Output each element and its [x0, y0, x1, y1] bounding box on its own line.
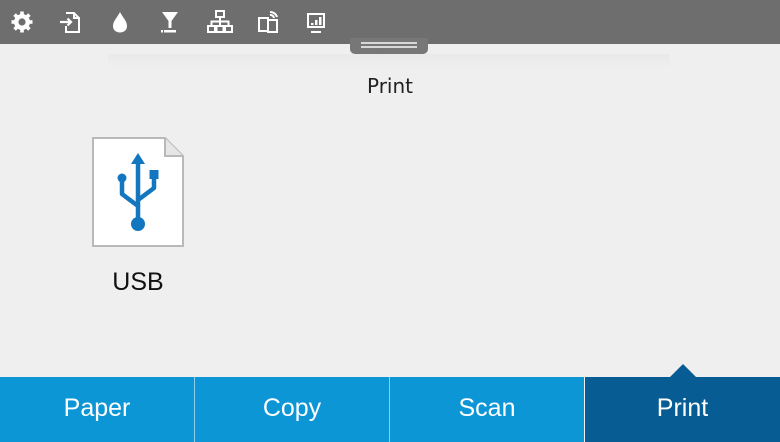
usb-label: USB	[112, 268, 164, 296]
tab-copy[interactable]: Copy	[195, 377, 389, 442]
wireless-icon[interactable]	[304, 9, 328, 35]
active-tab-indicator	[670, 364, 696, 377]
toner-icon[interactable]	[158, 9, 182, 35]
ink-drop-icon[interactable]	[108, 9, 132, 35]
title-band	[108, 54, 670, 68]
wifi-direct-icon[interactable]	[256, 9, 280, 35]
usb-icon	[92, 137, 184, 247]
page-title: Print	[366, 74, 413, 98]
tab-print-label: Print	[656, 394, 709, 422]
tab-paper[interactable]: Paper	[0, 377, 194, 442]
network-icon[interactable]	[206, 9, 234, 35]
sign-in-icon[interactable]	[58, 9, 82, 35]
tab-scan[interactable]: Scan	[390, 377, 584, 442]
tab-paper-label: Paper	[63, 394, 131, 422]
notification-pull-tab[interactable]	[350, 38, 428, 54]
tab-scan-label: Scan	[458, 394, 516, 422]
settings-icon[interactable]	[10, 9, 34, 35]
tab-print[interactable]: Print	[585, 377, 780, 442]
tab-copy-label: Copy	[262, 394, 322, 422]
usb-source-tile[interactable]: USB	[80, 130, 198, 305]
bottom-nav: Paper Copy Scan Print	[0, 377, 780, 442]
